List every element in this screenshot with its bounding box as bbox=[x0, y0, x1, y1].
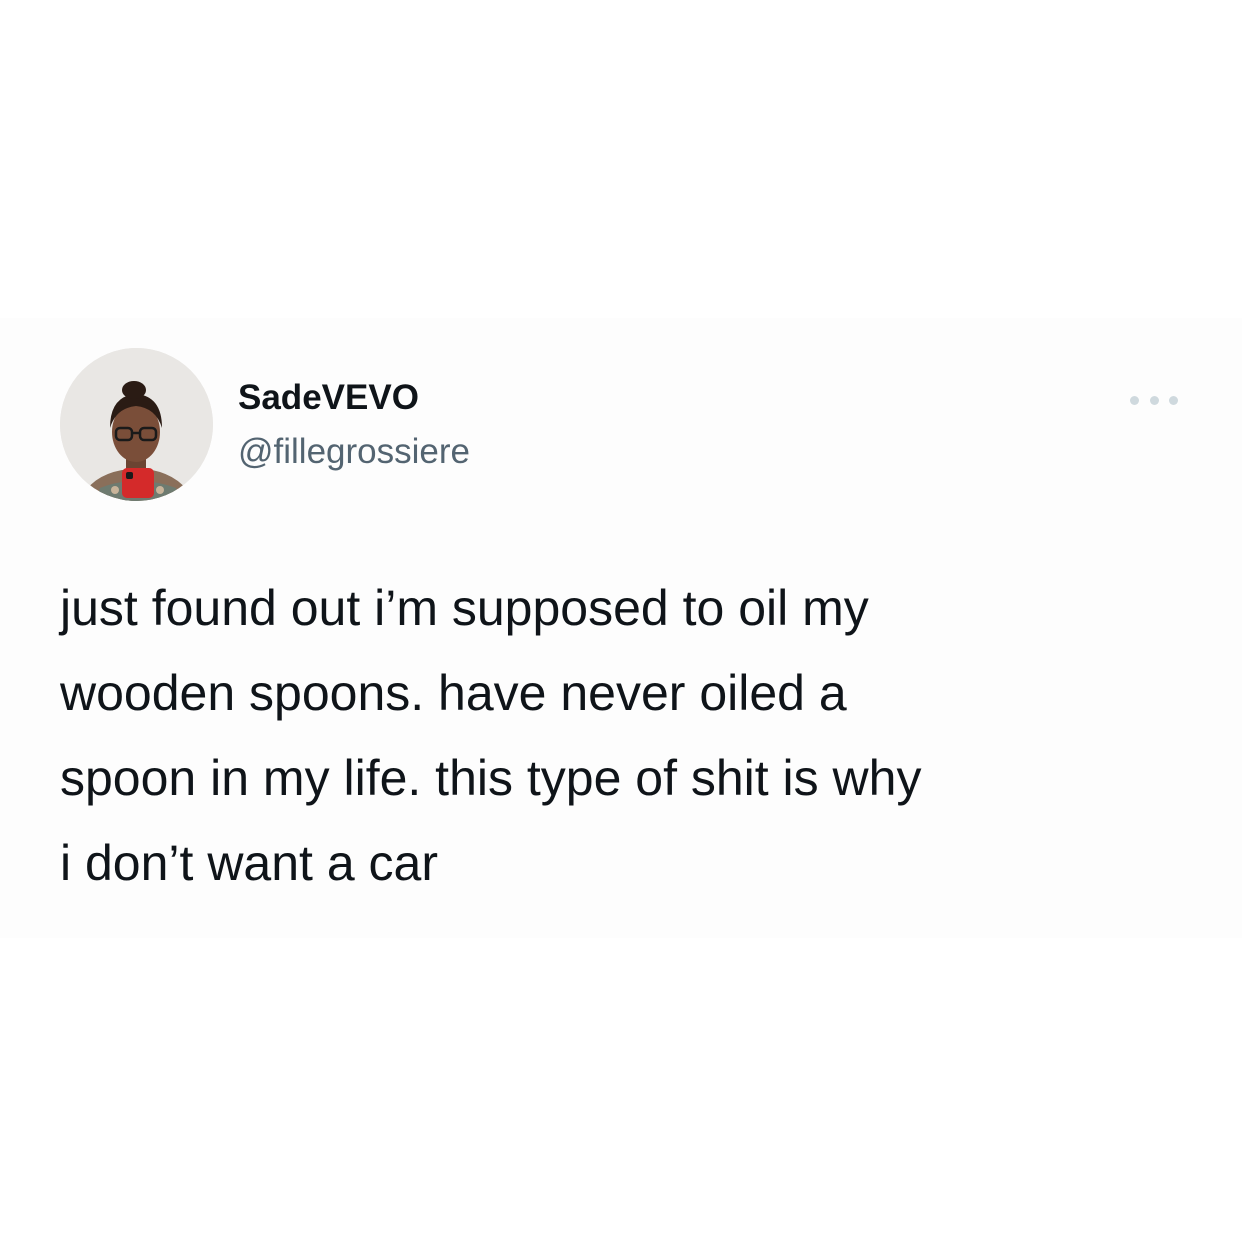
user-handle[interactable]: @fillegrossiere bbox=[238, 432, 470, 472]
more-horizontal-icon[interactable] bbox=[1130, 388, 1178, 412]
more-dot bbox=[1169, 395, 1178, 405]
tweet-card: SadeVEVO @fillegrossiere just found out … bbox=[0, 318, 1242, 938]
more-dot bbox=[1149, 395, 1159, 405]
avatar-photo bbox=[60, 348, 213, 501]
avatar[interactable] bbox=[60, 348, 213, 501]
display-name[interactable]: SadeVEVO bbox=[238, 378, 419, 418]
more-dot bbox=[1130, 395, 1139, 405]
tweet-text: just found out i’m supposed to oil my wo… bbox=[60, 580, 922, 891]
